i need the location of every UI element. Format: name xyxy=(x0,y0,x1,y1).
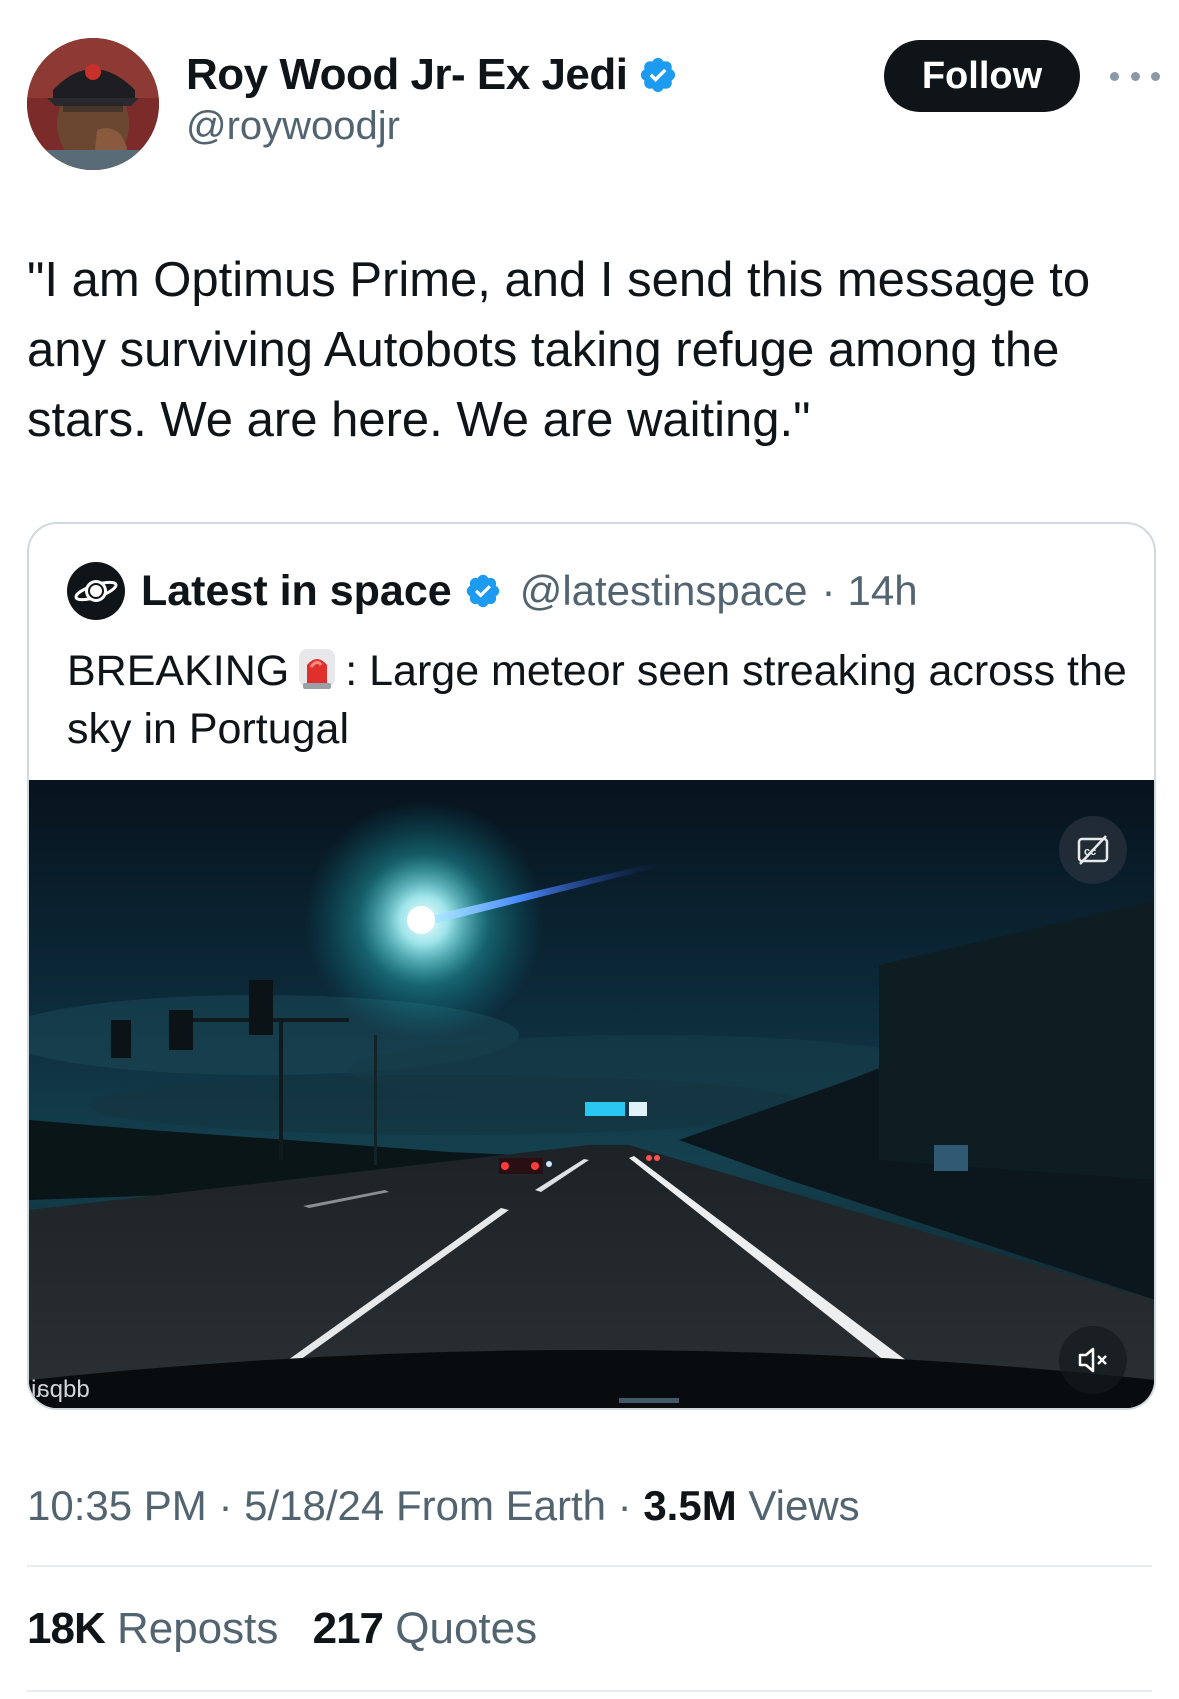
quoted-author-handle[interactable]: @latestinspace xyxy=(520,567,808,615)
author-info: Roy Wood Jr- Ex Jedi @roywoodjr xyxy=(186,50,678,149)
quotes-count: 217 xyxy=(312,1604,384,1653)
reposts-stat[interactable]: 18K Reposts xyxy=(27,1604,278,1653)
author-name[interactable]: Roy Wood Jr- Ex Jedi xyxy=(186,50,628,100)
tweet-date[interactable]: 5/18/24 xyxy=(244,1482,384,1529)
follow-button[interactable]: Follow xyxy=(884,40,1080,112)
quoted-timestamp[interactable]: 14h xyxy=(847,567,917,615)
more-options-icon[interactable] xyxy=(1110,62,1160,90)
separator-dot: · xyxy=(218,1482,233,1529)
engagement-stats: 18K Reposts 217 Quotes xyxy=(27,1604,559,1654)
meteor-video[interactable]: cc ddpai xyxy=(29,780,1154,1408)
more-dot xyxy=(1151,71,1160,81)
more-dot xyxy=(1110,71,1119,81)
separator-dot: · xyxy=(821,567,836,614)
video-watermark: ddpai xyxy=(31,1376,90,1403)
verified-badge-icon xyxy=(640,57,675,93)
tweet-source: From Earth xyxy=(395,1482,606,1529)
planet-logo-icon xyxy=(74,580,118,602)
quoted-text-breaking: BREAKING xyxy=(67,647,290,695)
author-avatar[interactable] xyxy=(27,38,159,170)
quotes-stat[interactable]: 217 Quotes xyxy=(313,1604,538,1653)
captions-off-icon: cc xyxy=(1077,835,1109,865)
reposts-label: Reposts xyxy=(116,1604,279,1653)
tweet-time[interactable]: 10:35 PM xyxy=(27,1482,207,1529)
quoted-avatar[interactable] xyxy=(67,562,125,620)
reposts-count: 18K xyxy=(27,1604,106,1653)
quoted-author-name[interactable]: Latest in space xyxy=(141,567,452,616)
views-label: Views xyxy=(748,1482,860,1529)
police-light-emoji-icon xyxy=(299,649,336,689)
divider xyxy=(27,1565,1152,1567)
tweet-text: "I am Optimus Prime, and I send this mes… xyxy=(27,253,1091,447)
quoted-tweet-text: BREAKING : Large meteor seen streaking a… xyxy=(67,642,1127,758)
author-handle[interactable]: @roywoodjr xyxy=(186,104,678,149)
avatar-image xyxy=(27,38,159,170)
quoted-tweet-header: Latest in space @latestinspace · 14h xyxy=(67,562,918,620)
verified-badge-icon xyxy=(466,574,499,608)
captions-button[interactable]: cc xyxy=(1059,816,1127,884)
video-frame-image xyxy=(29,780,1154,1408)
quoted-tweet-card[interactable]: Latest in space @latestinspace · 14h BRE… xyxy=(27,522,1156,1410)
divider xyxy=(27,1690,1152,1692)
separator-dot: · xyxy=(617,1482,632,1529)
quotes-label: Quotes xyxy=(395,1604,538,1653)
mute-button[interactable] xyxy=(1059,1326,1127,1394)
more-dot xyxy=(1130,71,1140,81)
tweet-meta: 10:35 PM · 5/18/24 From Earth · 3.5M Vie… xyxy=(27,1482,860,1530)
views-count: 3.5M xyxy=(643,1482,737,1529)
speaker-muted-icon xyxy=(1078,1347,1107,1373)
